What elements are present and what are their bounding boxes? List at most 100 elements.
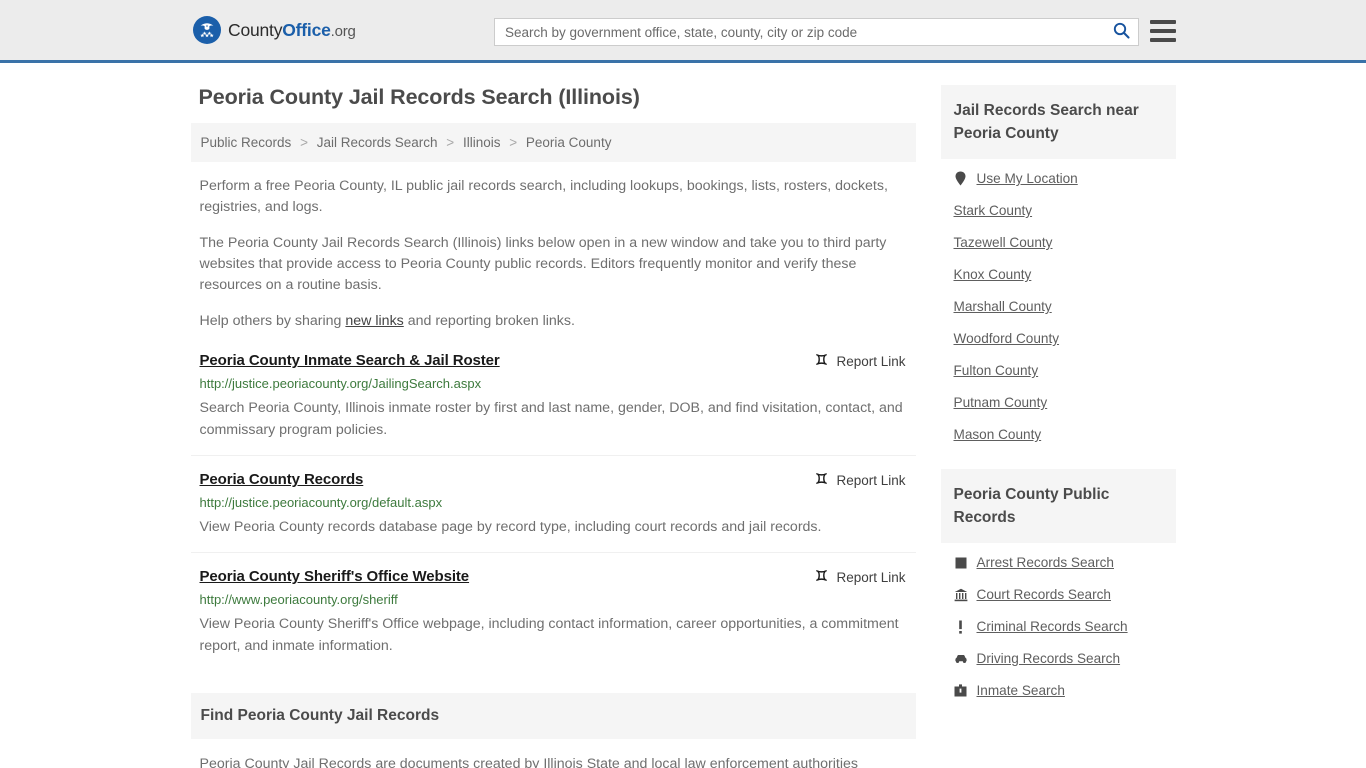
sidebar-link-inmate-search[interactable]: Inmate Search xyxy=(977,683,1065,698)
jail-building-icon xyxy=(954,683,968,698)
logo-text-office: Office xyxy=(282,19,331,40)
fingerprint-icon xyxy=(954,555,968,570)
sidebar-link-arrest-records[interactable]: Arrest Records Search xyxy=(977,555,1115,570)
exclamation-icon xyxy=(954,619,968,634)
result-url[interactable]: http://justice.peoriacounty.org/JailingS… xyxy=(200,376,916,391)
public-records-list: Arrest Records Search Court Records Sear… xyxy=(941,543,1176,719)
sidebar-item-marshall-county[interactable]: Marshall County xyxy=(954,299,1176,314)
sidebar-item-use-my-location[interactable]: Use My Location xyxy=(954,171,1176,186)
sidebar-link-woodford-county[interactable]: Woodford County xyxy=(954,331,1060,346)
sidebar-item-driving-records[interactable]: Driving Records Search xyxy=(954,651,1176,666)
sidebar-link-mason-county[interactable]: Mason County xyxy=(954,427,1042,442)
sidebar: Jail Records Search near Peoria County U… xyxy=(940,85,1176,725)
sidebar-item-stark-county[interactable]: Stark County xyxy=(954,203,1176,218)
result-title-link[interactable]: Peoria County Inmate Search & Jail Roste… xyxy=(200,352,500,369)
breadcrumb: Public Records > Jail Records Search > I… xyxy=(190,123,916,162)
result-item: Peoria County Inmate Search & Jail Roste… xyxy=(190,352,916,456)
result-description: View Peoria County records database page… xyxy=(199,519,822,535)
sidebar-item-criminal-records[interactable]: Criminal Records Search xyxy=(954,619,1176,634)
result-url[interactable]: http://www.peoriacounty.org/sheriff xyxy=(200,592,916,607)
sidebar-item-tazewell-county[interactable]: Tazewell County xyxy=(954,235,1176,250)
hamburger-menu-icon[interactable] xyxy=(1150,20,1176,42)
site-header: CountyOffice.org xyxy=(0,0,1366,63)
result-title-link[interactable]: Peoria County Sheriff's Office Website xyxy=(200,568,470,585)
report-link-label: Report Link xyxy=(836,472,906,488)
sidebar-item-inmate-search[interactable]: Inmate Search xyxy=(954,683,1176,698)
sidebar-link-marshall-county[interactable]: Marshall County xyxy=(954,299,1052,314)
sidebar-item-fulton-county[interactable]: Fulton County xyxy=(954,363,1176,378)
breadcrumb-separator: > xyxy=(300,135,308,150)
nearby-counties-list: Use My Location Stark County Tazewell Co… xyxy=(941,159,1176,463)
find-records-header: Find Peoria County Jail Records xyxy=(190,693,916,739)
logo-text-org: .org xyxy=(330,22,356,40)
intro-paragraph-3: Help others by sharing new links and rep… xyxy=(200,311,900,332)
car-icon xyxy=(954,651,968,666)
result-header: Peoria County Records Report Link xyxy=(200,471,916,489)
logo-wordmark: CountyOffice.org xyxy=(228,20,356,41)
sidebar-link-fulton-county[interactable]: Fulton County xyxy=(954,363,1039,378)
sidebar-link-putnam-county[interactable]: Putnam County xyxy=(954,395,1048,410)
find-records-section: Find Peoria County Jail Records Peoria C… xyxy=(190,693,916,768)
intro-paragraph-1: Perform a free Peoria County, IL public … xyxy=(199,178,888,215)
sidebar-link-criminal-records[interactable]: Criminal Records Search xyxy=(977,619,1128,634)
broken-link-icon xyxy=(814,568,829,586)
result-header: Peoria County Sheriff's Office Website R… xyxy=(200,568,916,586)
results-list: Peoria County Inmate Search & Jail Roste… xyxy=(190,352,916,671)
nearby-counties-panel: Jail Records Search near Peoria County U… xyxy=(940,85,1176,463)
breadcrumb-item-peoria-county[interactable]: Peoria County xyxy=(526,135,612,150)
sidebar-item-putnam-county[interactable]: Putnam County xyxy=(954,395,1176,410)
sidebar-link-knox-county[interactable]: Knox County xyxy=(954,267,1032,282)
content-container: Peoria County Jail Records Search (Illin… xyxy=(190,85,1176,768)
sidebar-link-driving-records[interactable]: Driving Records Search xyxy=(977,651,1121,666)
main-column: Peoria County Jail Records Search (Illin… xyxy=(190,85,916,768)
new-links-link[interactable]: new links xyxy=(345,313,403,329)
broken-link-icon xyxy=(814,471,829,489)
breadcrumb-separator: > xyxy=(446,135,455,150)
sidebar-link-stark-county[interactable]: Stark County xyxy=(954,203,1033,218)
result-description: View Peoria County Sheriff's Office webp… xyxy=(199,616,899,654)
courthouse-icon xyxy=(954,587,968,602)
sidebar-item-mason-county[interactable]: Mason County xyxy=(954,427,1176,442)
hamburger-bar xyxy=(1150,20,1176,24)
result-description: Search Peoria County, Illinois inmate ro… xyxy=(199,400,903,438)
search-input[interactable] xyxy=(495,19,1104,45)
page-body: Peoria County Jail Records Search (Illin… xyxy=(0,63,1366,768)
search-icon xyxy=(1113,22,1130,42)
sidebar-item-arrest-records[interactable]: Arrest Records Search xyxy=(954,555,1176,570)
intro-text-before-link: Help others by sharing xyxy=(199,313,346,329)
result-item: Peoria County Records Report Link http:/… xyxy=(190,471,916,553)
map-pin-icon xyxy=(954,171,968,186)
breadcrumb-item-illinois[interactable]: Illinois xyxy=(463,135,501,150)
report-link-button[interactable]: Report Link xyxy=(814,568,906,586)
search-button[interactable] xyxy=(1104,19,1138,45)
sidebar-item-court-records[interactable]: Court Records Search xyxy=(954,587,1176,602)
result-item: Peoria County Sheriff's Office Website R… xyxy=(191,568,916,671)
nearby-counties-header: Jail Records Search near Peoria County xyxy=(940,85,1176,159)
report-link-label: Report Link xyxy=(836,569,906,585)
report-link-button[interactable]: Report Link xyxy=(814,352,906,370)
result-url[interactable]: http://justice.peoriacounty.org/default.… xyxy=(200,495,916,510)
site-logo[interactable]: CountyOffice.org xyxy=(193,16,356,44)
report-link-button[interactable]: Report Link xyxy=(814,471,906,489)
eagle-shield-icon xyxy=(193,16,221,44)
report-link-label: Report Link xyxy=(836,353,906,369)
result-header: Peoria County Inmate Search & Jail Roste… xyxy=(200,352,916,370)
broken-link-icon xyxy=(814,352,829,370)
breadcrumb-item-public-records[interactable]: Public Records xyxy=(201,135,292,150)
sidebar-link-court-records[interactable]: Court Records Search xyxy=(977,587,1111,602)
sidebar-link-use-my-location[interactable]: Use My Location xyxy=(977,171,1078,186)
intro-text-after-link: and reporting broken links. xyxy=(403,313,575,329)
page-title: Peoria County Jail Records Search (Illin… xyxy=(198,85,640,109)
result-title-link[interactable]: Peoria County Records xyxy=(200,471,364,488)
breadcrumb-item-jail-records-search[interactable]: Jail Records Search xyxy=(317,135,438,150)
search-bar xyxy=(494,18,1139,46)
hamburger-bar xyxy=(1150,38,1176,42)
sidebar-item-woodford-county[interactable]: Woodford County xyxy=(954,331,1176,346)
find-records-body: Peoria County Jail Records are documents… xyxy=(199,756,859,768)
intro-paragraph-2: The Peoria County Jail Records Search (I… xyxy=(199,235,887,293)
hamburger-bar xyxy=(1150,29,1176,33)
public-records-panel: Peoria County Public Records Arrest Reco… xyxy=(940,469,1176,719)
sidebar-item-knox-county[interactable]: Knox County xyxy=(954,267,1176,282)
breadcrumb-separator: > xyxy=(509,135,518,150)
sidebar-link-tazewell-county[interactable]: Tazewell County xyxy=(954,235,1053,250)
